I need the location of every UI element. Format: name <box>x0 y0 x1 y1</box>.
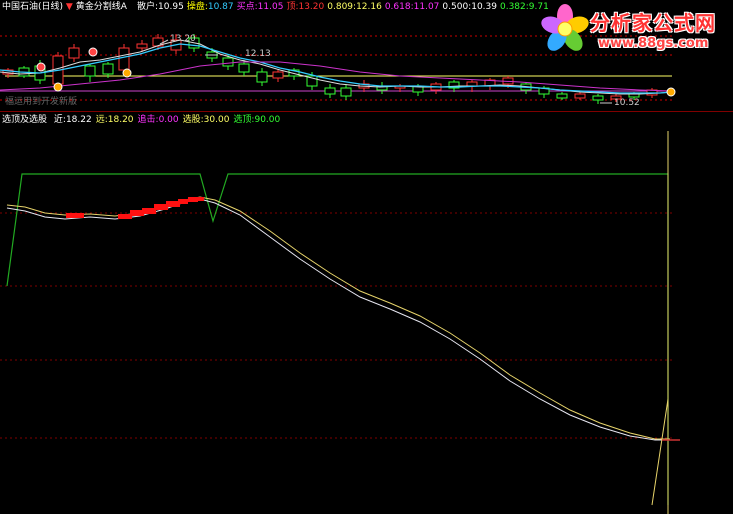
candle-body <box>102 63 114 75</box>
indicator-label: 0.382: <box>499 2 529 12</box>
sub-indicator-label: 选股: <box>182 115 204 125</box>
sub-indicator-title[interactable]: 选顶及选股 <box>2 115 47 125</box>
chart-header: 中国石油(日线) ▼ 黄金分割线A <box>2 1 127 13</box>
mid-price-label: 12.13 <box>245 49 271 59</box>
low-price-label: 10.52 <box>614 98 640 108</box>
near-line <box>6 198 670 441</box>
sub-indicator-panel[interactable]: 选顶及选股 近:18.22 远:18.20 追击:0.00 选股:30.00 选顶:90… <box>0 113 733 514</box>
indicator-arrow-icon: ▼ <box>65 2 73 12</box>
indicator-value: 11.05 <box>257 2 284 12</box>
candle-body <box>118 47 130 71</box>
sub-indicator-label: 近: <box>53 115 66 125</box>
sell-signal-marker <box>122 68 132 78</box>
sub-indicator-value: 18.22 <box>65 115 92 125</box>
sub-indicator-value: 18.20 <box>107 115 134 125</box>
candle-body <box>340 87 352 97</box>
sub-indicator-label: 远: <box>95 115 108 125</box>
sub-indicator-value: 0.00 <box>158 115 179 125</box>
indicator-label: 操盘: <box>186 2 208 12</box>
chase-signal-marks <box>66 197 204 219</box>
candle-body <box>136 43 148 49</box>
indicator-value: 10.39 <box>471 2 497 12</box>
indicator-value: 13.20 <box>298 2 325 12</box>
indicator-label: 散户: <box>137 2 159 12</box>
indicator-values: 散户:10.95 操盘:10.87 买点:11.05 顶:13.20 0.809:12.… <box>137 1 552 13</box>
sell-signal-marker <box>666 87 676 97</box>
candle-body <box>238 63 250 73</box>
candle-body <box>574 93 586 99</box>
sell-signal-marker <box>53 82 63 92</box>
candle-body <box>592 95 604 101</box>
far-line <box>6 196 670 440</box>
candle-body <box>556 93 568 99</box>
sub-indicator-value: 30.00 <box>203 115 230 125</box>
sub-indicator-header: 选顶及选股 近:18.22 远:18.20 追击:0.00 选股:30.00 选顶:90… <box>2 114 280 126</box>
indicator-label: 买点: <box>236 2 258 12</box>
buy-signal-marker <box>88 47 98 57</box>
candle-body <box>256 71 268 83</box>
candle-body <box>272 71 284 79</box>
sub-indicator-label: 选顶: <box>233 115 255 125</box>
indicator-label: 0.618: <box>384 2 414 12</box>
sub-chart-canvas <box>0 131 680 514</box>
indicator-value: 12.16 <box>356 2 382 12</box>
indicator-value: 10.95 <box>158 2 184 12</box>
watermark-text: 福运用到开发新版 <box>5 97 78 107</box>
indicator-label: 0.500: <box>442 2 472 12</box>
logo-title: 分析家公式网 <box>590 11 716 35</box>
candle-body <box>84 65 96 77</box>
sub-indicator-value: 90.00 <box>254 115 281 125</box>
sub-indicator-label: 追击: <box>137 115 159 125</box>
indicator-label: 0.809: <box>327 2 357 12</box>
select-top-line <box>6 173 669 505</box>
buy-signal-marker <box>36 62 46 72</box>
indicator-label: 顶: <box>286 2 299 12</box>
indicator-name[interactable]: 黄金分割线A <box>76 2 127 12</box>
candle-body <box>222 57 234 67</box>
stock-name[interactable]: 中国石油(日线) <box>2 2 63 12</box>
indicator-value: 11.07 <box>413 2 440 12</box>
logo-url: www.88gs.com <box>598 36 709 51</box>
candle-body <box>324 87 336 95</box>
candle-body <box>68 47 80 59</box>
candle-body <box>466 81 478 87</box>
high-price-label: 13.20 <box>170 34 196 44</box>
flower-logo-icon <box>541 4 589 51</box>
indicator-value: 10.87 <box>207 2 234 12</box>
